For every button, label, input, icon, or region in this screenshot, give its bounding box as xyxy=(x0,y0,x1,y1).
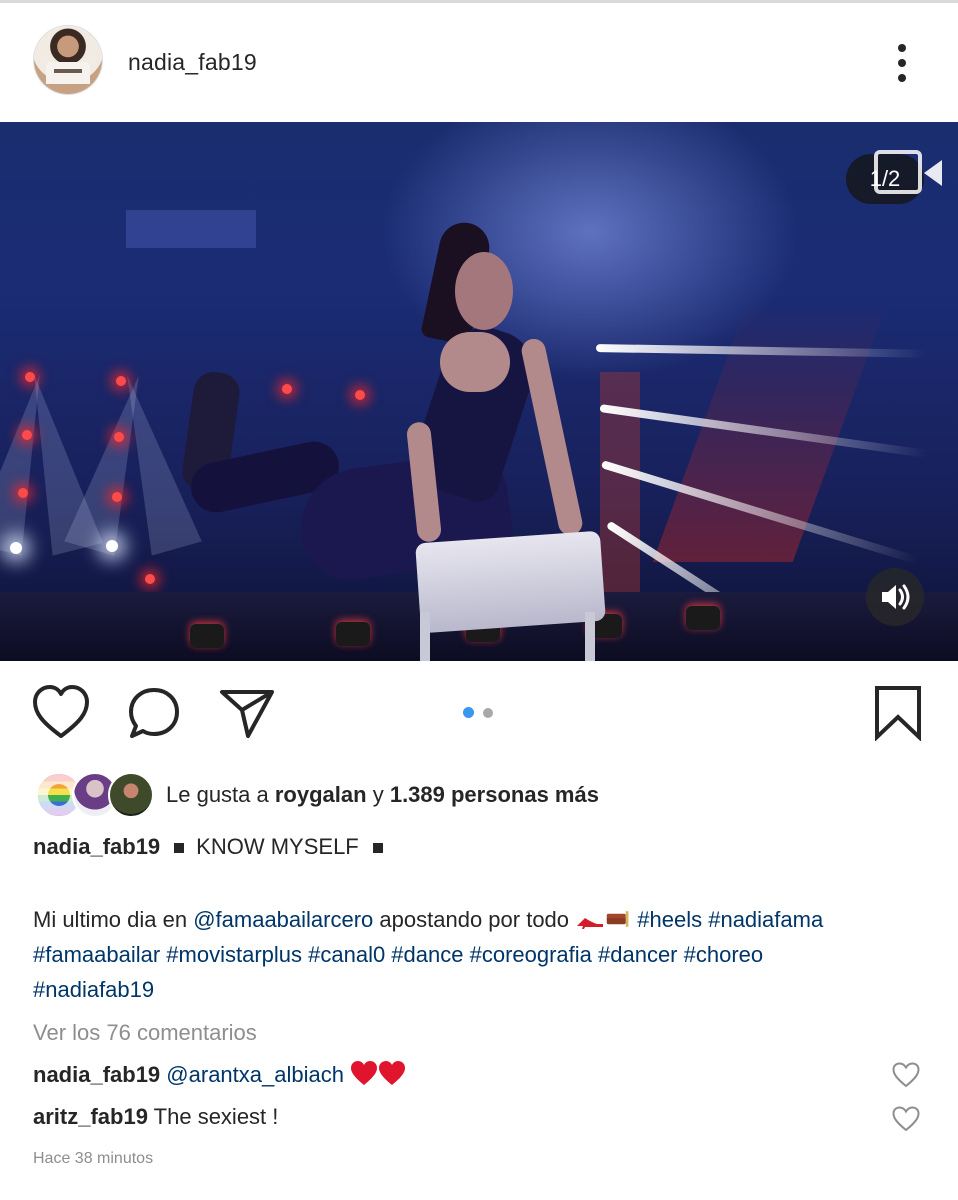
post-timestamp: Hace 38 minutos xyxy=(33,1150,154,1167)
caption-text-after: apostando por todo xyxy=(379,907,570,932)
heart-icon[interactable] xyxy=(32,684,90,742)
caption-title: KNOW MYSELF xyxy=(196,834,359,859)
share-icon[interactable] xyxy=(219,686,275,740)
comment-heart-icon[interactable] xyxy=(892,1062,920,1088)
sound-icon[interactable] xyxy=(866,568,924,626)
comment-row: nadia_fab19 @arantxa_albiach xyxy=(33,1060,406,1088)
comment-heart-icon[interactable] xyxy=(892,1106,920,1132)
caption-hashtags[interactable]: #heels #nadiafama xyxy=(637,907,823,932)
comment-username[interactable]: aritz_fab19 xyxy=(33,1104,148,1129)
caption-hashtags[interactable]: #famaabailar #movistarplus #canal0 #danc… xyxy=(33,942,763,967)
carousel-dot-active xyxy=(463,707,474,718)
red-hearts-icon xyxy=(350,1061,405,1085)
comment-username[interactable]: nadia_fab19 xyxy=(33,1062,160,1087)
comment-icon[interactable] xyxy=(127,686,181,740)
likes-summary[interactable]: Le gusta a roygalan y 1.389 personas más xyxy=(166,782,599,808)
liked-by-user[interactable]: roygalan xyxy=(275,782,367,807)
bookmark-icon[interactable] xyxy=(874,685,922,741)
view-comments-link[interactable]: Ver los 76 comentarios xyxy=(33,1020,257,1046)
caption-header: nadia_fab19 KNOW MYSELF xyxy=(33,834,395,860)
liked-by-avatars[interactable] xyxy=(36,772,154,818)
square-bullet-icon xyxy=(174,843,185,854)
more-icon[interactable] xyxy=(880,41,924,85)
likes-count[interactable]: 1.389 personas más xyxy=(390,782,599,807)
comment-row: aritz_fab19 The sexiest ! xyxy=(33,1104,278,1130)
caption-mention[interactable]: @famaabailarcero xyxy=(193,907,373,932)
avatar[interactable] xyxy=(34,26,102,94)
caption-text: Mi ultimo dia en @famaabailarcero aposta… xyxy=(33,902,913,1007)
high-heel-icon xyxy=(577,918,604,929)
likes-conjunction: y xyxy=(372,782,384,807)
video-camera-icon xyxy=(874,150,942,194)
post-media[interactable] xyxy=(0,122,958,661)
comment-text: The sexiest ! xyxy=(153,1104,279,1129)
carousel-dot xyxy=(483,708,493,718)
avatar xyxy=(108,772,154,818)
caption-username[interactable]: nadia_fab19 xyxy=(33,834,160,859)
likes-prefix: Le gusta a xyxy=(166,782,269,807)
couch-icon xyxy=(606,911,629,927)
post-username[interactable]: nadia_fab19 xyxy=(128,49,257,76)
caption-text-before: Mi ultimo dia en xyxy=(33,907,188,932)
post-header: nadia_fab19 xyxy=(0,3,958,121)
square-bullet-icon xyxy=(372,843,383,854)
caption-hashtags[interactable]: #nadiafab19 xyxy=(33,977,154,1002)
comment-mention[interactable]: @arantxa_albiach xyxy=(166,1062,344,1087)
